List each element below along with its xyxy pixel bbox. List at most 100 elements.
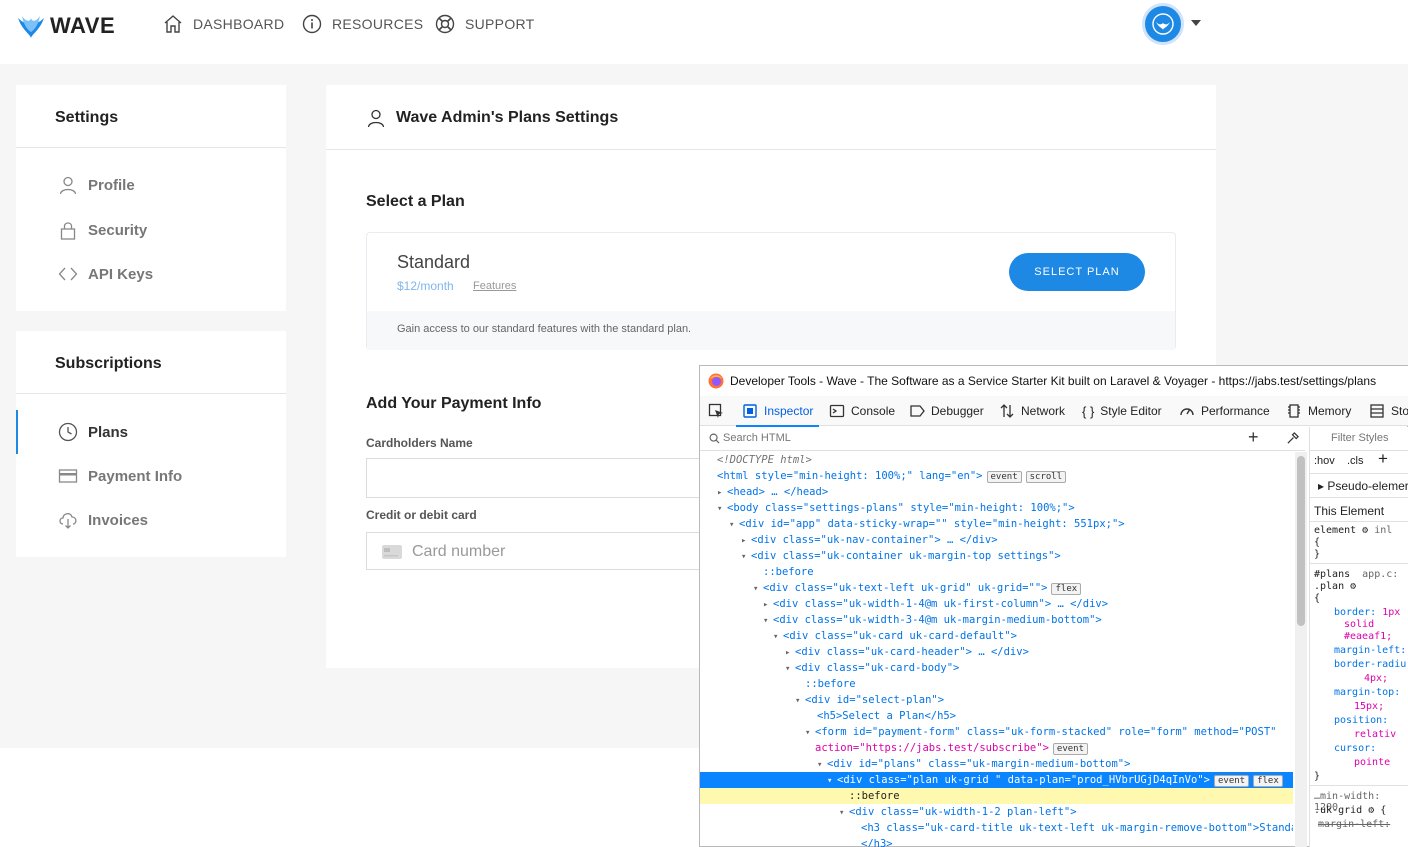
tab-network[interactable]: Network — [999, 396, 1065, 426]
tree-line[interactable]: ▾ <div id="plans" class="uk-margin-medium… — [700, 756, 1293, 772]
tab-style-editor-label: Style Editor — [1100, 404, 1162, 418]
tree-line[interactable]: ▸ <div class="uk-nav-container"> … </div> — [700, 532, 1293, 548]
tree-line[interactable]: ▾ <div class="uk-card-body"> — [700, 660, 1293, 676]
tree-line[interactable]: ▾ <div class="uk-container uk-margin-top … — [700, 548, 1293, 564]
devtools-tabbar: Inspector Console Debugger Network { } S… — [700, 396, 1408, 427]
settings-divider — [16, 147, 286, 148]
html-search-bar[interactable]: Search HTML + — [700, 427, 1305, 451]
nav-dashboard[interactable]: DASHBOARD — [163, 14, 284, 34]
tree-line[interactable]: ▾ <div class="uk-card uk-card-default"> — [700, 628, 1293, 644]
select-plan-button[interactable]: SELECT PLAN — [1009, 253, 1145, 291]
console-icon — [829, 404, 845, 418]
event-badge[interactable]: event — [986, 471, 1022, 483]
rules-divider — [1310, 563, 1408, 564]
pick-element-icon — [708, 403, 723, 418]
card-label: Credit or debit card — [366, 508, 477, 522]
nav-dashboard-label: DASHBOARD — [193, 16, 285, 32]
decl-margin-left[interactable]: margin-left: — [1334, 645, 1406, 656]
tab-storage[interactable]: Sto — [1369, 396, 1408, 426]
plan-standard[interactable]: Standard $12/month Features Gain access … — [366, 232, 1176, 350]
tree-line-highlight[interactable]: ::before — [700, 788, 1293, 804]
flex-badge[interactable]: flex — [1253, 775, 1283, 787]
tab-inspector[interactable]: Inspector — [735, 396, 820, 427]
decl-position[interactable]: position: — [1334, 715, 1388, 726]
sidebar-item-payment-info-label: Payment Info — [88, 467, 183, 485]
sidebar-item-api-keys[interactable]: API Keys — [16, 256, 286, 292]
user-avatar[interactable] — [1142, 3, 1184, 45]
tree-line[interactable]: </h3> — [700, 836, 1293, 847]
tab-console[interactable]: Console — [829, 396, 895, 426]
pick-element-tool[interactable] — [708, 396, 730, 426]
tree-scrollbar-thumb[interactable] — [1297, 456, 1305, 626]
sidebar-item-invoices[interactable]: Invoices — [16, 502, 286, 538]
firefox-icon — [708, 373, 724, 389]
tree-line[interactable]: ::before — [700, 564, 1293, 580]
memory-icon — [1288, 404, 1300, 418]
decl-border-radius-value: 4px; — [1364, 673, 1389, 684]
credit-card-icon — [58, 469, 78, 483]
flex-badge[interactable]: flex — [1051, 583, 1082, 595]
cloud-download-icon — [59, 513, 77, 529]
tree-line[interactable]: ▾ <body class="settings-plans" style="min… — [700, 500, 1293, 516]
cls-toggle[interactable]: .cls — [1347, 455, 1364, 467]
tab-memory[interactable]: Memory — [1286, 396, 1351, 426]
tree-line[interactable]: ▾ <div class="uk-text-left uk-grid" uk-gr… — [700, 580, 1293, 596]
tree-line[interactable]: <html style="min-height: 100%;" lang="en… — [700, 468, 1293, 484]
eyedropper-icon[interactable] — [1286, 432, 1299, 445]
tree-line[interactable]: ▸ <div class="uk-width-1-4@m uk-first-col… — [700, 596, 1293, 612]
card-number-input[interactable]: Card number — [366, 532, 706, 570]
event-badge[interactable]: event — [1052, 743, 1088, 755]
decl-margin-top[interactable]: margin-top: — [1334, 687, 1400, 698]
rule-element[interactable]: element ⚙ inl — [1314, 525, 1392, 536]
nav-resources[interactable]: RESOURCES — [302, 14, 423, 34]
filter-styles-input[interactable]: Filter Styles — [1310, 427, 1408, 451]
tree-line[interactable]: ▾ <div id="app" data-sticky-wrap="" style… — [700, 516, 1293, 532]
add-rule-icon[interactable]: + — [1378, 449, 1388, 469]
rule-brace: { — [1314, 593, 1321, 604]
tree-line[interactable]: ▾ <form id="payment-form" class="uk-form-… — [700, 724, 1293, 740]
sidebar-item-invoices-label: Invoices — [88, 511, 149, 529]
wave-logo[interactable]: WAVE — [16, 12, 115, 40]
tree-line[interactable]: action="https://jabs.test/subscribe"> eve… — [700, 740, 1293, 756]
tree-line[interactable]: ▾ <div class="uk-width-3-4@m uk-margin-me… — [700, 612, 1293, 628]
nav-support-label: SUPPORT — [465, 16, 535, 32]
style-editor-icon: { } — [1082, 403, 1095, 419]
event-badge[interactable]: event — [1213, 775, 1250, 787]
cardholder-name-input[interactable] — [366, 458, 706, 498]
tab-performance[interactable]: Performance — [1179, 396, 1270, 426]
scroll-badge[interactable]: scroll — [1025, 471, 1067, 483]
pseudo-elements-toggle[interactable]: ▸ Pseudo-elemer — [1318, 479, 1408, 493]
tree-line[interactable]: ▾ <div id="select-plan"> — [700, 692, 1293, 708]
nav-support[interactable]: SUPPORT — [435, 14, 535, 34]
rule-selector[interactable]: #plans app.c: — [1314, 569, 1398, 580]
tab-debugger[interactable]: Debugger — [909, 396, 984, 426]
tree-line[interactable]: <!DOCTYPE html> — [700, 452, 1293, 468]
features-link[interactable]: Features — [473, 280, 516, 292]
html-tree[interactable]: <!DOCTYPE html> <html style="min-height:… — [700, 452, 1293, 847]
tree-line[interactable]: ▸ <head> … </head> — [700, 484, 1293, 500]
decl-cursor[interactable]: cursor: — [1334, 743, 1376, 754]
hov-toggle[interactable]: :hov — [1314, 455, 1335, 467]
avatar-dropdown-caret-icon[interactable] — [1191, 20, 1201, 26]
rules-divider — [1310, 497, 1408, 498]
sidebar-item-security[interactable]: Security — [16, 212, 286, 248]
decl-border[interactable]: border: 1px — [1334, 607, 1400, 618]
subscriptions-card: Subscriptions Plans Payment Info Invoice… — [16, 331, 286, 557]
rule-selector[interactable]: .plan ⚙ — [1314, 581, 1356, 592]
sidebar-item-plans[interactable]: Plans — [16, 414, 286, 450]
tree-line[interactable]: ▸ <div class="uk-card-header"> … </div> — [700, 644, 1293, 660]
user-icon — [367, 109, 385, 128]
tree-scrollbar[interactable] — [1295, 452, 1307, 847]
add-node-icon[interactable]: + — [1248, 427, 1259, 448]
rule-selector[interactable]: .uk-grid ⚙ { — [1314, 805, 1386, 816]
tree-line[interactable]: <h5>Select a Plan</h5> — [700, 708, 1293, 724]
decl-border-radius[interactable]: border-radiu — [1334, 659, 1406, 670]
tree-line-selected[interactable]: ▾ <div class="plan uk-grid " data-plan="p… — [700, 772, 1293, 788]
tree-line[interactable]: <h3 class="uk-card-title uk-text-left uk… — [700, 820, 1293, 836]
card-header-divider — [326, 149, 1216, 150]
tab-style-editor[interactable]: { } Style Editor — [1082, 396, 1162, 426]
tree-line[interactable]: ▾ <div class="uk-width-1-2 plan-left"> — [700, 804, 1293, 820]
sidebar-item-payment-info[interactable]: Payment Info — [16, 458, 286, 494]
sidebar-item-profile[interactable]: Profile — [16, 167, 286, 203]
tree-line[interactable]: ::before — [700, 676, 1293, 692]
